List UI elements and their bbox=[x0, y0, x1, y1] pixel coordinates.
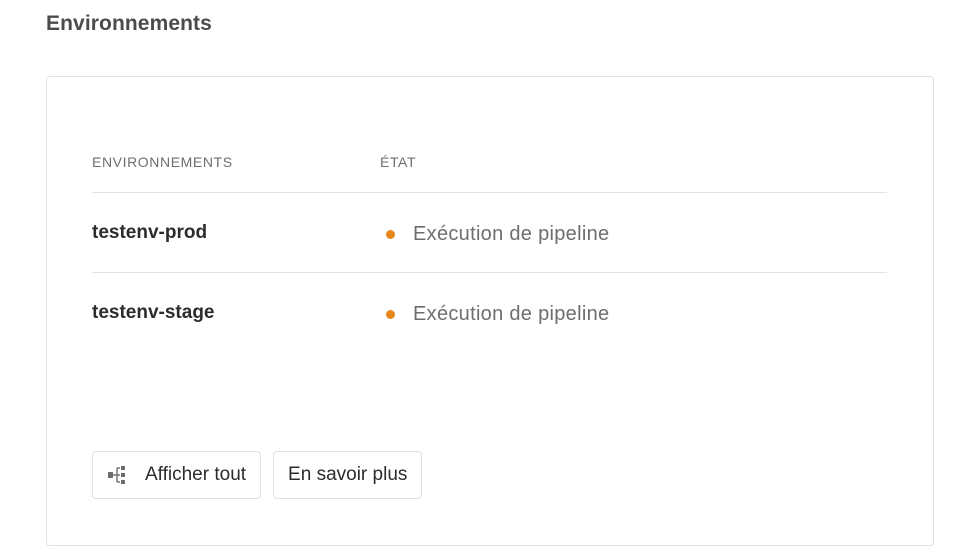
table-header: ENVIRONNEMENTS ÉTAT bbox=[92, 141, 887, 193]
show-all-label: Afficher tout bbox=[145, 464, 247, 485]
environment-name[interactable]: testenv-stage bbox=[92, 302, 215, 324]
table-row[interactable]: testenv-prod Exécution de pipeline bbox=[92, 193, 887, 273]
section-title: Environnements bbox=[46, 12, 212, 35]
environment-name[interactable]: testenv-prod bbox=[92, 222, 207, 244]
environment-state: Exécution de pipeline bbox=[386, 303, 609, 326]
environment-state: Exécution de pipeline bbox=[386, 223, 609, 246]
learn-more-label: En savoir plus bbox=[288, 464, 408, 485]
environments-card: ENVIRONNEMENTS ÉTAT testenv-prod Exécuti… bbox=[46, 76, 934, 546]
status-dot-icon bbox=[386, 310, 395, 319]
page: Environnements ENVIRONNEMENTS ÉTAT teste… bbox=[0, 0, 974, 550]
column-header-state: ÉTAT bbox=[380, 154, 417, 170]
card-actions: Afficher tout En savoir plus bbox=[92, 451, 423, 499]
environments-table: ENVIRONNEMENTS ÉTAT testenv-prod Exécuti… bbox=[92, 141, 887, 353]
status-label: Exécution de pipeline bbox=[413, 223, 610, 245]
show-all-button[interactable]: Afficher tout bbox=[92, 451, 262, 499]
status-label: Exécution de pipeline bbox=[413, 303, 610, 325]
tree-view-icon bbox=[107, 465, 133, 485]
column-header-environments: ENVIRONNEMENTS bbox=[92, 154, 233, 170]
status-dot-icon bbox=[386, 230, 395, 239]
learn-more-button[interactable]: En savoir plus bbox=[273, 451, 423, 499]
table-row[interactable]: testenv-stage Exécution de pipeline bbox=[92, 273, 887, 353]
